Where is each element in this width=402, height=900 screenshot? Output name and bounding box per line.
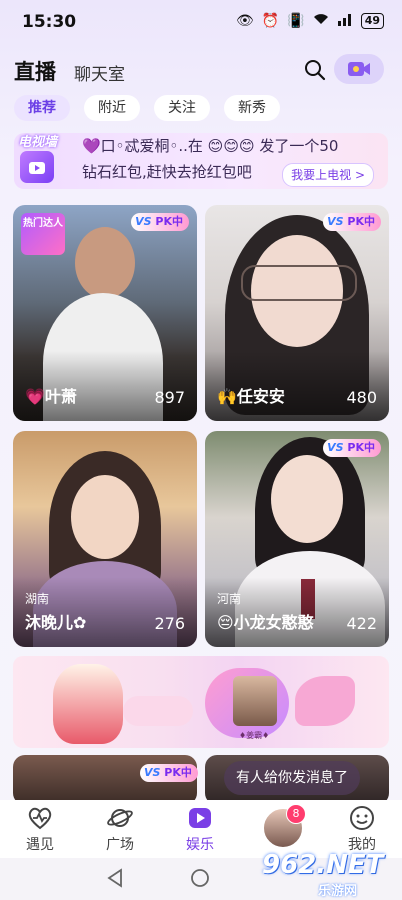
tab-meet[interactable]: 遇见: [10, 804, 70, 854]
watermark-logo: 962.NET: [262, 850, 384, 880]
cloud-decoration: [123, 696, 193, 726]
wifi-icon: [313, 12, 329, 30]
tab-me[interactable]: 我的: [332, 804, 392, 854]
chip-nearby[interactable]: 附近: [84, 95, 140, 121]
streamer-name: 😔小龙女憨憨: [217, 613, 314, 632]
tab-plaza[interactable]: 广场: [90, 804, 150, 854]
back-icon[interactable]: [106, 868, 124, 888]
tab-label: 娱乐: [186, 837, 214, 853]
tab-chatroom[interactable]: 聊天室: [74, 60, 125, 85]
featured-user-label: ♦姜霸♦: [239, 731, 270, 740]
go-live-button[interactable]: [334, 54, 384, 84]
status-bar: 15:30 👁 ⏰ 📳 49: [0, 0, 402, 44]
viewer-count: 422: [346, 614, 377, 633]
streamer-photo: [75, 227, 135, 299]
play-icon: [186, 804, 214, 832]
viewer-count: 276: [154, 614, 185, 633]
streamer-city: 湖南: [25, 592, 50, 606]
unread-badge: 8: [286, 804, 306, 824]
signal-icon: [337, 12, 353, 30]
chip-following[interactable]: 关注: [154, 95, 210, 121]
tv-icon: [20, 151, 54, 183]
go-on-tv-button[interactable]: 我要上电视 >: [282, 163, 374, 187]
battery-indicator: 49: [360, 13, 384, 29]
search-icon: [305, 60, 326, 81]
vibrate-icon: 📳: [287, 13, 305, 29]
streamer-name: 沐晚儿✿: [25, 613, 87, 632]
tab-entertainment[interactable]: 娱乐: [170, 804, 230, 854]
pk-badge: VS PK中: [131, 213, 189, 231]
talent-badge: 热门达人: [21, 213, 65, 255]
filter-chips: 推荐 附近 关注 新秀: [14, 95, 280, 121]
chip-recommend[interactable]: 推荐: [14, 95, 70, 121]
banner-tag: 电视墙: [18, 135, 58, 150]
smile-icon: [348, 804, 376, 832]
chip-newcomers[interactable]: 新秀: [224, 95, 280, 121]
home-icon[interactable]: [190, 868, 210, 888]
pk-badge: VS PK中: [140, 764, 198, 782]
tab-label: 遇见: [26, 837, 54, 853]
glasses-icon: [241, 265, 357, 301]
alarm-icon: ⏰: [261, 13, 280, 29]
live-card[interactable]: 湖南 沐晚儿✿ 276: [13, 431, 197, 647]
live-card[interactable]: 热门达人 VS PK中 💗叶萧 897: [13, 205, 197, 421]
heart-pulse-icon: [26, 804, 54, 832]
viewer-count: 897: [154, 388, 185, 407]
live-card[interactable]: VS PK中 🙌任安安 480: [205, 205, 389, 421]
status-icons: 👁 ⏰ 📳 49: [236, 12, 384, 30]
cartoon-character: [53, 664, 123, 744]
eye-icon: 👁: [236, 13, 254, 29]
pk-badge: VS PK中: [323, 213, 381, 231]
search-button[interactable]: [303, 58, 327, 82]
promo-banner[interactable]: ♦姜霸♦: [13, 656, 389, 748]
video-camera-icon: [348, 62, 370, 76]
new-message-toast[interactable]: 有人给你发消息了: [224, 761, 360, 795]
viewer-count: 480: [346, 388, 377, 407]
pk-badge: VS PK中: [323, 439, 381, 457]
live-card[interactable]: VS PK中 河南 😔小龙女憨憨 422: [205, 431, 389, 647]
featured-avatar: [233, 676, 277, 726]
banner-message-line2: 钻石红包,赶快去抢红包吧: [82, 163, 252, 181]
watermark-sub: 乐游网: [318, 884, 358, 899]
tv-wall-banner[interactable]: 电视墙 💜口◦忒爱桐◦..在 😊😊😊 发了一个50 钻石红包,赶快去抢红包吧 我…: [14, 133, 388, 189]
streamer-city: 河南: [217, 592, 242, 606]
streamer-photo: [71, 475, 139, 559]
tab-label: 广场: [106, 837, 134, 853]
planet-icon: [106, 804, 134, 832]
status-time: 15:30: [22, 12, 77, 32]
tab-live[interactable]: 直播: [14, 56, 56, 86]
streamer-name: 💗叶萧: [25, 387, 77, 406]
streamer-photo: [271, 455, 343, 543]
banner-message-line1: 💜口◦忒爱桐◦..在 😊😊😊 发了一个50: [82, 137, 339, 155]
top-header: 直播 聊天室: [0, 52, 402, 88]
wing-decoration: [295, 676, 355, 726]
streamer-name: 🙌任安安: [217, 387, 285, 406]
